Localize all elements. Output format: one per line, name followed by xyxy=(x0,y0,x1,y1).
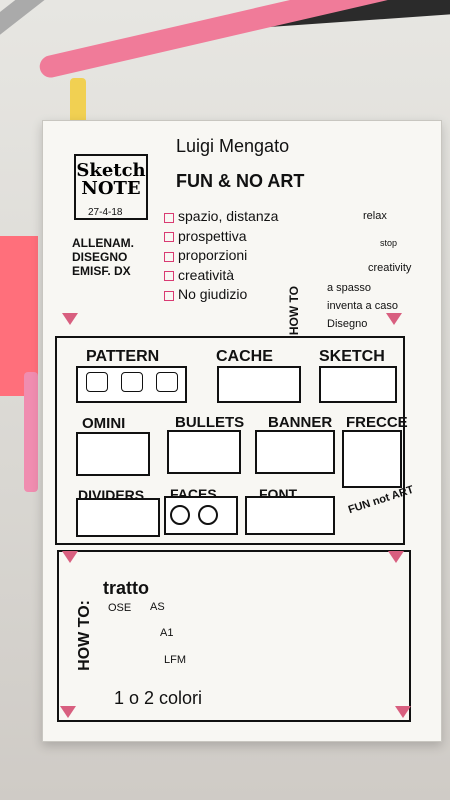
pink-pencil xyxy=(24,372,38,492)
cache-label: CACHE xyxy=(216,348,273,365)
as-label: AS xyxy=(150,601,165,613)
pattern-icon-2 xyxy=(121,372,143,392)
omini-label: OMINI xyxy=(82,415,126,432)
sketch-label: SKETCH xyxy=(319,348,385,365)
a1-label: A1 xyxy=(160,627,174,639)
lfm-label: LFM xyxy=(164,654,186,666)
how-to-2: inventa a caso xyxy=(327,300,398,312)
bullets-label: BULLETS xyxy=(175,414,245,431)
title-text: Sketch NOTE xyxy=(76,160,146,199)
how-to-title: HOW TO: xyxy=(76,600,93,671)
list-item-3: proporzioni xyxy=(178,247,248,263)
list-item-5: No giudizio xyxy=(178,286,248,302)
list-item-1: spazio, distanza xyxy=(178,208,279,224)
how-to-3: Disegno xyxy=(327,318,368,330)
fun-no-art: FUN & NO ART xyxy=(176,171,305,191)
smile-face-icon xyxy=(170,505,190,525)
title-date: 27-4-18 xyxy=(88,207,123,218)
author-name: Luigi Mengato xyxy=(176,136,290,156)
banner-label: BANNER xyxy=(268,414,333,431)
list-item-2: prospettiva xyxy=(178,228,247,244)
relax-label: relax xyxy=(363,210,387,222)
pattern-icon-1 xyxy=(86,372,108,392)
one-two-colors: 1 o 2 colori xyxy=(114,688,203,708)
list-item-4: creatività xyxy=(178,267,235,283)
tratto-label: tratto xyxy=(103,578,149,598)
stop-label: stop xyxy=(380,238,398,248)
left-notes: ALLENAM. DISEGNO EMISF. DX xyxy=(72,236,134,278)
creativity-label: creativity xyxy=(368,262,412,274)
pattern-icon-3 xyxy=(156,372,178,392)
happy-face-icon xyxy=(198,505,218,525)
pattern-label: PATTERN xyxy=(86,348,160,365)
how-to-1: a spasso xyxy=(327,282,372,294)
how-to-vertical: HOW TO xyxy=(287,286,301,336)
ose-label: OSE xyxy=(108,602,132,614)
frecce-label: FRECCE xyxy=(346,414,408,431)
